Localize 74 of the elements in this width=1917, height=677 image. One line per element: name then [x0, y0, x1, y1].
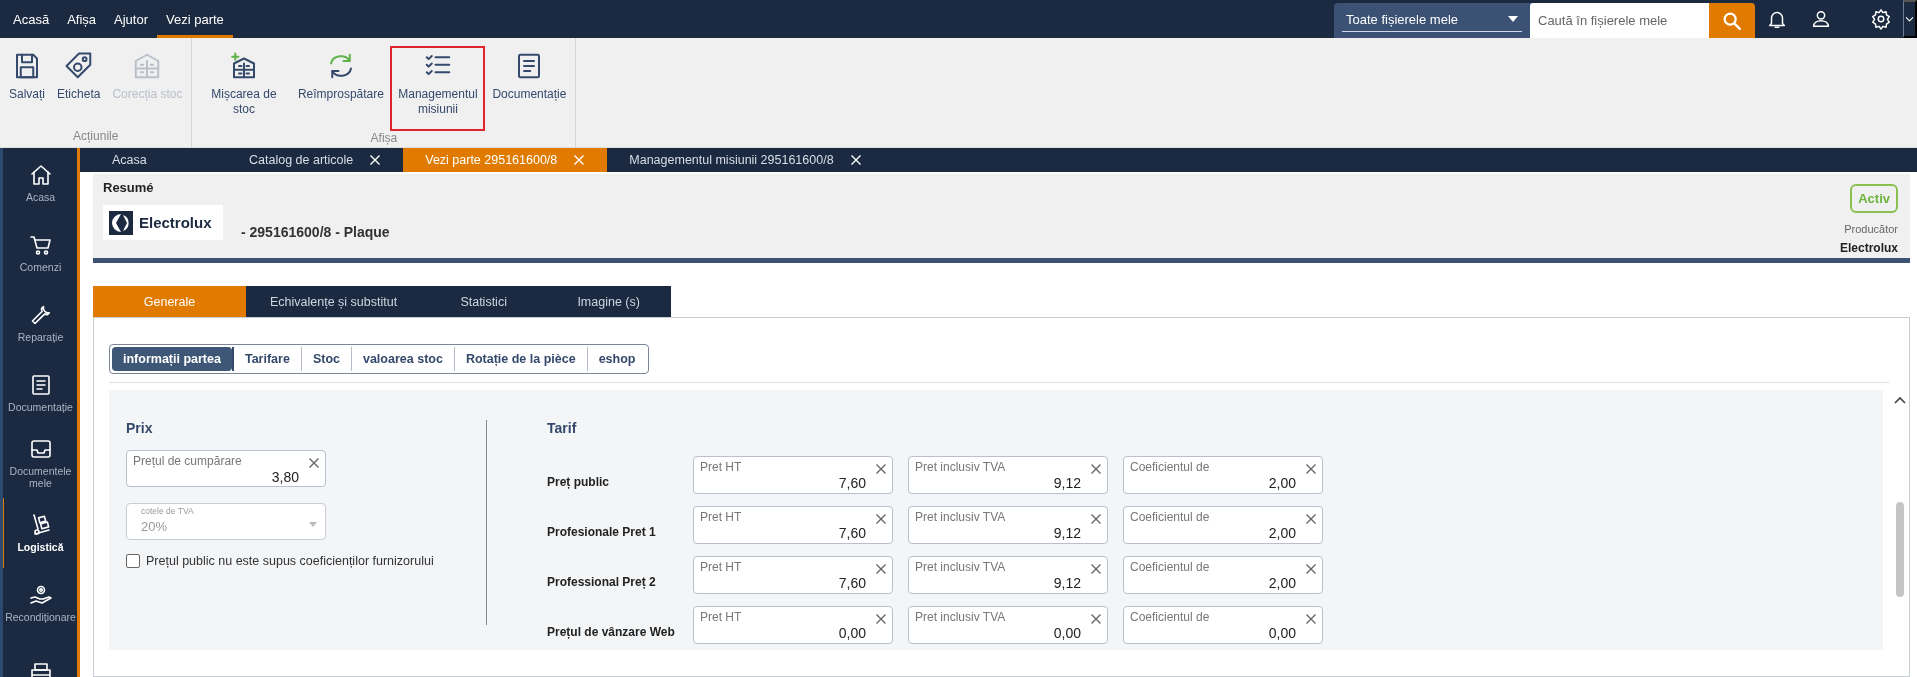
inbox-icon — [28, 437, 53, 461]
sidebar-item[interactable]: Logistică — [3, 498, 77, 568]
logo-text: Electrolux — [139, 214, 212, 231]
menu-item[interactable]: Ajutor — [105, 0, 157, 38]
cart-icon — [28, 233, 53, 257]
group-label: Afișa — [369, 131, 399, 147]
row-label: Professional Preț 2 — [547, 574, 657, 589]
field-label: Pret HT — [700, 460, 742, 474]
field-label: Pret inclusiv TVA — [915, 510, 1006, 524]
ribbon-button[interactable]: Salvați — [4, 46, 51, 107]
menu-item[interactable]: Acasă — [4, 0, 59, 38]
tab-label[interactable]: Catalog de articole — [249, 153, 354, 167]
manufacturer-value: Electrolux — [1839, 241, 1898, 255]
user-icon — [1810, 8, 1832, 30]
field-label: Pret inclusiv TVA — [915, 560, 1006, 574]
section-title: Tarif — [547, 420, 578, 436]
ribbon-button[interactable]: Eticheta — [52, 46, 106, 107]
field-label: Prețul de cumpărare — [133, 454, 242, 468]
section-tab[interactable]: Imagine (s) — [546, 286, 672, 317]
ribbon-button[interactable]: Mișcarea de stoc — [196, 46, 292, 122]
subtab[interactable]: informații partea — [112, 347, 232, 371]
document-tab[interactable]: Acasa — [90, 148, 227, 172]
section-tab[interactable]: Statistici — [421, 286, 547, 317]
section-tab[interactable]: Echivalențe și substitut — [246, 286, 422, 317]
manufacturer-label: Producător — [1844, 223, 1898, 235]
logo-icon — [109, 210, 133, 235]
sidebar-item[interactable]: Documentație — [3, 358, 77, 428]
scope-dropdown[interactable]: Toate fișierele mele — [1342, 7, 1522, 32]
field-label: Coeficientul de — [1130, 460, 1210, 474]
group-label: Acțiunile — [72, 129, 120, 145]
menu-item[interactable]: Afișa — [58, 0, 106, 38]
sidebar-item[interactable]: Reparație — [3, 288, 77, 358]
checkbox-label: Prețul public nu este supus coeficienților furnizorului — [146, 554, 434, 568]
sidebar-item[interactable]: Acasa — [3, 148, 77, 218]
scrollbar-thumb[interactable] — [1896, 502, 1904, 597]
home-icon — [28, 163, 53, 187]
caret-icon — [1508, 16, 1518, 22]
sidebar-item[interactable]: Recondiționare — [3, 568, 77, 638]
field-label: Coeficientul de — [1130, 510, 1210, 524]
ribbon-button[interactable]: Documentație — [487, 46, 572, 107]
row-label: Profesionale Pret 1 — [547, 524, 657, 539]
field-label: Pret inclusiv TVA — [915, 610, 1006, 624]
hand-gear-icon — [28, 583, 53, 607]
field-label: Coeficientul de — [1130, 610, 1210, 624]
section-title: Prix — [126, 420, 154, 436]
field-label: Pret HT — [700, 510, 742, 524]
ribbon-button[interactable]: Managementul misiunii — [390, 46, 486, 131]
document-tab[interactable]: Managementul misiunii 295161600/8 — [607, 148, 884, 172]
subtab[interactable]: eshop — [586, 347, 647, 371]
field-label: Coeficientul de — [1130, 560, 1210, 574]
field-label: Pret inclusiv TVA — [915, 460, 1006, 474]
subtab[interactable]: Tarifare — [231, 347, 301, 371]
field-label: Pret HT — [700, 560, 742, 574]
row-label: Prețul de vânzare Web — [547, 624, 676, 639]
sidebar-item[interactable]: Documentele mele — [3, 428, 77, 498]
search-field[interactable]: Caută în fișierele mele — [1530, 3, 1709, 38]
status-badge: Activ — [1850, 184, 1898, 213]
subtab[interactable]: Stoc — [300, 347, 351, 371]
checkbox[interactable] — [126, 554, 140, 568]
part-title: - 295161600/8 - Plaque — [241, 224, 390, 240]
sidebar-item[interactable]: Comenzi — [3, 218, 77, 288]
settings-icon — [1870, 8, 1892, 30]
field-label: Pret HT — [700, 610, 742, 624]
tab-label[interactable]: Managementul misiunii 295161600/8 — [629, 153, 834, 167]
tag-icon — [63, 51, 94, 81]
subtab[interactable]: valoarea stoc — [350, 347, 454, 371]
tab-label[interactable]: Acasa — [112, 153, 147, 167]
document-tab[interactable]: Catalog de articole — [227, 148, 404, 172]
scroll-up-icon[interactable] — [1894, 396, 1906, 404]
caret-icon — [309, 522, 317, 527]
subtab[interactable]: Rotație de la pièce — [453, 347, 587, 371]
ribbon-button[interactable]: Reîmprospătare — [293, 46, 389, 107]
row-label: Preț public — [547, 474, 610, 489]
summary-title: Resumé — [103, 180, 155, 195]
